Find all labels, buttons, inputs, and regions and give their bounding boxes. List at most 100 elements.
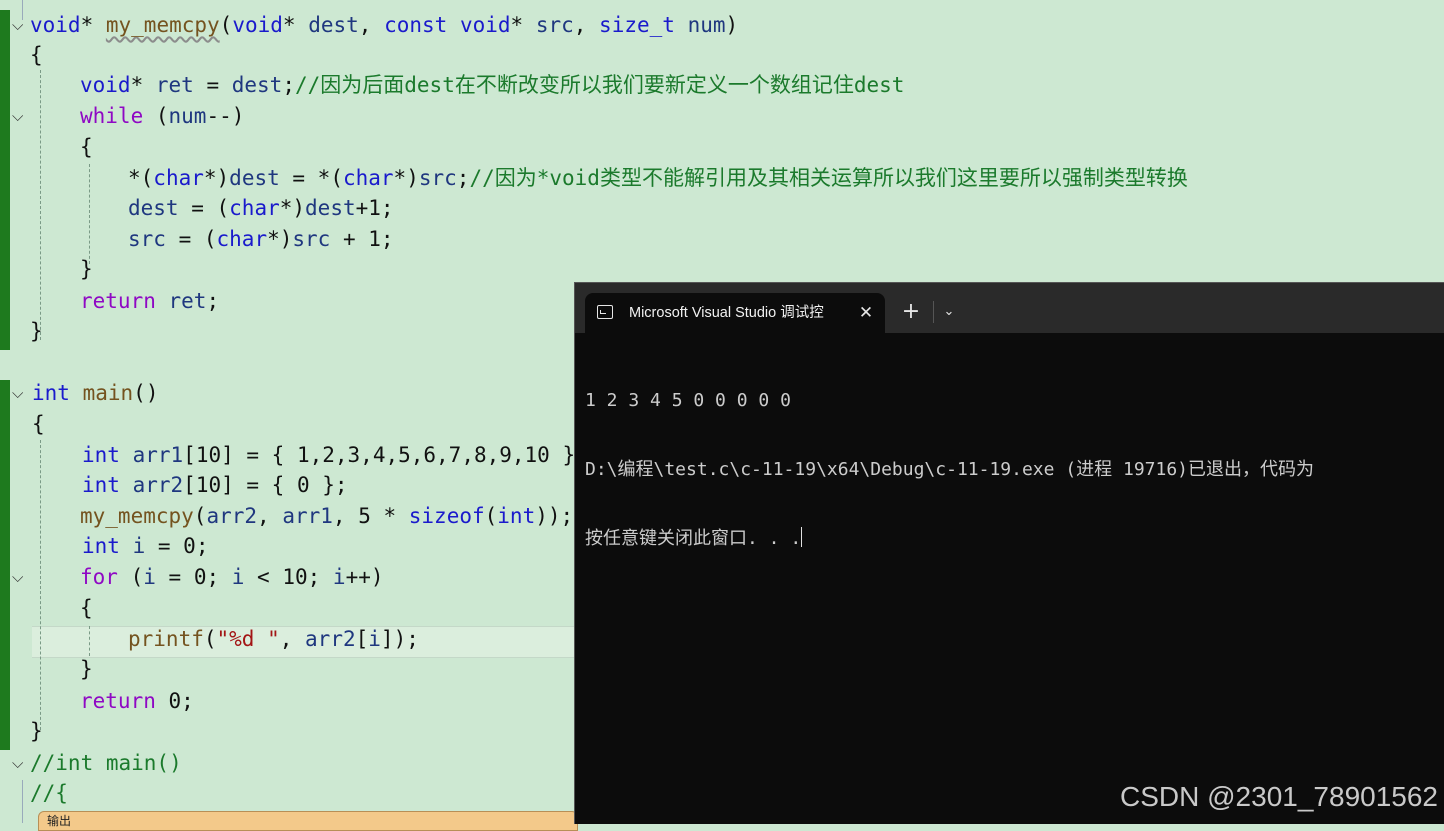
new-tab-button[interactable]: + [895, 295, 927, 329]
code-token: for [80, 565, 118, 589]
code-token: num [687, 13, 726, 37]
fold-chevron-icon[interactable]: ⌵ [12, 10, 28, 40]
code-token: = [193, 73, 232, 97]
code-token: * [130, 73, 156, 97]
code-line[interactable]: *(char*)dest = *(char*)src;//因为*void类型不能… [128, 163, 1188, 193]
code-token: src [535, 13, 574, 37]
code-token: size_t [599, 13, 688, 37]
code-token: arr1 [132, 443, 184, 467]
code-token: *) [203, 166, 230, 190]
close-tab-icon[interactable]: ✕ [851, 293, 881, 333]
code-token: //int main() [30, 751, 182, 775]
code-token: } [80, 257, 93, 281]
code-line[interactable]: } [30, 316, 43, 346]
indent-guide [40, 70, 41, 340]
code-line[interactable]: } [80, 254, 93, 284]
code-token: dest [229, 166, 280, 190]
code-token: i [231, 565, 245, 589]
code-token: [10] = { 0 }; [183, 473, 348, 497]
code-token: my_memcpy [105, 13, 220, 37]
code-token: = 0; [155, 565, 232, 589]
code-token: arr1 [282, 504, 333, 528]
code-token: i [332, 565, 346, 589]
code-token: printf [128, 627, 204, 651]
code-token: while [80, 104, 144, 128]
code-token: //因为*void类型不能解引用及其相关运算所以我们这里要所以强制类型转换 [469, 166, 1188, 190]
fold-chevron-icon[interactable]: ⌵ [12, 562, 28, 592]
code-line[interactable]: //{ [30, 778, 68, 808]
code-line[interactable]: dest = (char*)dest+1; [128, 193, 394, 223]
code-token: ( [117, 565, 144, 589]
code-token: *) [279, 196, 306, 220]
code-token: ; [456, 166, 470, 190]
code-token: [ [355, 627, 369, 651]
code-line[interactable]: //int main() [30, 748, 182, 778]
code-token: char [153, 166, 204, 190]
code-token: ; [282, 73, 295, 97]
code-line[interactable]: } [30, 716, 43, 746]
terminal-output[interactable]: 1 2 3 4 5 0 0 0 0 0 D:\编程\test.c\c-11-19… [585, 343, 1440, 596]
code-line[interactable]: void* ret = dest;//因为后面dest在不断改变所以我们要新定义… [80, 70, 904, 100]
code-token: ( [219, 13, 233, 37]
debug-console-window[interactable]: Microsoft Visual Studio 调试控 ✕ + ⌄ 1 2 3 … [574, 282, 1444, 824]
code-token: sizeof [408, 504, 485, 528]
code-line[interactable]: src = (char*)src + 1; [128, 224, 394, 254]
code-token: + 1; [330, 227, 394, 251]
terminal-output-text: 按任意键关闭此窗口. . . [585, 528, 802, 549]
code-token: //{ [30, 781, 68, 805]
code-line[interactable]: int arr2[10] = { 0 }; [82, 470, 348, 500]
code-token: , [358, 13, 385, 37]
change-marker-bar [0, 10, 10, 350]
code-line[interactable]: my_memcpy(arr2, arr1, 5 * sizeof(int)); [80, 501, 573, 531]
code-token: int [32, 381, 70, 405]
code-token: //因为后面dest在不断改变所以我们要新定义一个数组记住dest [294, 73, 905, 97]
code-line[interactable]: while (num--) [80, 101, 244, 131]
output-panel-tab[interactable]: 输出 [38, 811, 578, 831]
code-token: ; [206, 289, 220, 313]
code-token: )); [535, 504, 574, 528]
code-token: dest [231, 73, 283, 97]
code-token: i [368, 627, 381, 651]
code-line[interactable]: { [80, 132, 93, 162]
code-token: , [257, 504, 283, 528]
code-line[interactable]: { [30, 40, 43, 70]
change-marker-bar [0, 380, 10, 750]
code-token: { [80, 596, 93, 620]
code-token: *) [267, 227, 293, 251]
code-token: * [510, 13, 536, 37]
code-token: void [30, 13, 81, 37]
code-line[interactable]: printf("%d ", arr2[i]); [128, 624, 419, 654]
indent-guide [22, 780, 23, 823]
terminal-tab-title: Microsoft Visual Studio 调试控 [629, 305, 824, 321]
code-line[interactable]: } [80, 654, 93, 684]
code-line[interactable]: int i = 0; [82, 531, 208, 561]
code-token: ret [155, 73, 194, 97]
chevron-down-icon[interactable]: ⌄ [937, 295, 961, 329]
code-line[interactable]: void* my_memcpy(void* dest, const void* … [30, 10, 738, 40]
fold-chevron-icon[interactable]: ⌵ [12, 101, 28, 131]
terminal-titlebar: Microsoft Visual Studio 调试控 ✕ + ⌄ [575, 283, 1444, 333]
code-token: *) [393, 166, 419, 190]
terminal-output-line: 1 2 3 4 5 0 0 0 0 0 [585, 390, 791, 411]
code-line[interactable]: int arr1[10] = { 1,2,3,4,5,6,7,8,9,10 }; [82, 440, 588, 470]
code-token: } [30, 319, 43, 343]
code-line[interactable]: for (i = 0; i < 10; i++) [80, 562, 384, 592]
fold-chevron-icon[interactable]: ⌵ [12, 378, 28, 408]
indent-guide [89, 164, 90, 264]
code-token: ( [193, 504, 207, 528]
code-token: main [82, 381, 134, 405]
code-token: [10] = { 1,2,3,4,5,6,7,8,9,10 }; [183, 443, 588, 467]
code-token: ) [725, 13, 739, 37]
fold-chevron-icon[interactable]: ⌵ [12, 748, 28, 778]
code-line[interactable]: { [80, 593, 93, 623]
code-token: dest [128, 196, 179, 220]
terminal-tab[interactable]: Microsoft Visual Studio 调试控 ✕ [585, 293, 885, 333]
code-line[interactable]: { [32, 409, 45, 439]
code-line[interactable]: int main() [32, 378, 158, 408]
code-token: * [80, 13, 106, 37]
code-line[interactable]: return 0; [80, 686, 194, 716]
code-line[interactable]: return ret; [80, 286, 219, 316]
code-token: arr2 [206, 504, 258, 528]
